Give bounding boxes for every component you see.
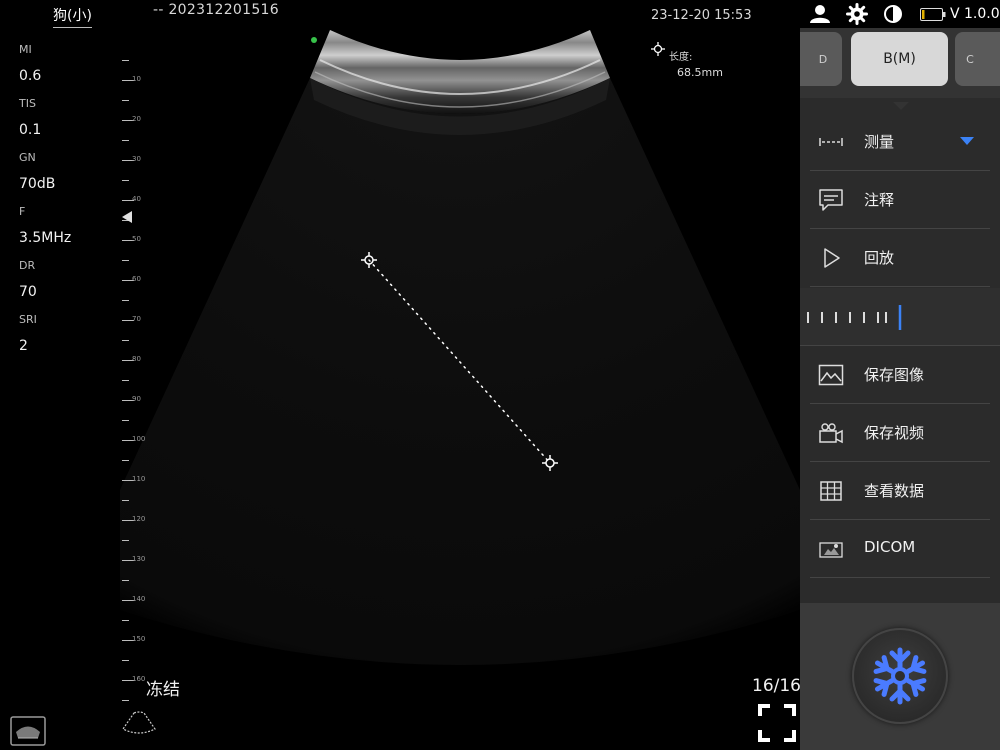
depth-tick [122,700,129,701]
depth-tick-label: 80 [132,355,141,363]
fullscreen-icon[interactable] [758,704,796,742]
menu-save-image[interactable]: 保存图像 [810,346,990,404]
ultrasound-image[interactable] [120,20,800,700]
battery-icon [920,8,946,21]
depth-tick-label: 140 [132,595,146,603]
user-icon[interactable] [809,4,831,24]
contrast-icon[interactable] [883,4,903,24]
depth-tick-label: 40 [132,195,141,203]
depth-tick-label: 160 [132,675,146,683]
param-tis-value: 0.1 [19,122,42,138]
sector-view-icon[interactable] [122,711,156,735]
study-id: -- 202312201516 [153,2,279,18]
menu-dicom-label: DICOM [864,538,916,556]
image-icon [818,364,844,386]
depth-tick [122,580,129,581]
param-sri-value: 2 [19,338,28,354]
snowflake-icon [852,647,948,724]
freeze-button[interactable] [852,628,948,724]
gain-slider[interactable] [800,288,1000,346]
param-sri-label: SRI [19,313,37,326]
ruler-icon [819,138,843,146]
tab-b-m[interactable]: B(M) [851,32,948,86]
menu-measure[interactable]: 测量 [810,113,990,171]
depth-tick [122,100,129,101]
depth-tick [122,300,129,301]
depth-tick-label: 20 [132,115,141,123]
param-dr-label: DR [19,259,36,272]
frame-counter: 16/16 [752,676,801,696]
chevron-down-icon[interactable] [960,137,974,146]
depth-tick-label: 70 [132,315,141,323]
tab-caret [893,102,909,110]
depth-tick [122,140,129,141]
tab-c-label: C [966,52,974,66]
menu-save-video-label: 保存视频 [864,424,925,442]
depth-tick [122,180,129,181]
patient-label[interactable]: 狗(小) [53,5,92,28]
depth-tick-label: 30 [132,155,141,163]
depth-tick-label: 130 [132,555,146,563]
param-dr-value: 70 [19,284,37,300]
video-camera-icon [819,423,843,444]
depth-tick-label: 120 [132,515,146,523]
depth-tick [122,460,129,461]
menu-save-video[interactable]: 保存视频 [810,404,990,462]
measurement-value: 68.5mm [677,66,723,79]
depth-tick [122,540,129,541]
depth-tick [122,660,129,661]
depth-tick-label: 90 [132,395,141,403]
slider-track [807,305,902,330]
depth-tick-label: 50 [132,235,141,243]
depth-tick [122,340,129,341]
depth-scale: 10 20 30 40 50 60 70 80 90 100 110 120 130 140 150 160 [118,40,158,720]
depth-tick [122,260,129,261]
table-icon [820,481,842,501]
param-f-label: F [19,205,26,218]
menu-save-image-label: 保存图像 [864,366,925,384]
measurement-label: 长度: [669,52,693,63]
param-tis-label: TIS [19,97,36,110]
tab-d-label: D [818,52,828,66]
play-icon [824,248,840,268]
mode-tabs: D B(M) C [800,28,1000,98]
freeze-status-label: 冻结 [146,680,180,700]
depth-tick [122,500,129,501]
param-mi-value: 0.6 [19,68,42,84]
depth-tick [122,420,129,421]
focus-marker-icon[interactable] [121,211,133,223]
menu-annotate[interactable]: 注释 [810,171,990,229]
depth-tick-label: 60 [132,275,141,283]
menu-playback-label: 回放 [864,249,895,267]
menu-playback[interactable]: 回放 [810,229,990,287]
caliper-icon [651,42,665,56]
menu-annotate-label: 注释 [864,191,895,209]
dicom-icon [819,542,843,558]
tab-c[interactable]: C [955,32,1000,86]
param-gn-label: GN [19,151,36,164]
probe-icon[interactable] [10,716,46,746]
menu-measure-label: 测量 [864,133,895,151]
depth-tick-label: 100 [132,435,146,443]
depth-tick-label: 110 [132,475,146,483]
tab-d[interactable]: D [800,32,842,86]
menu-view-data[interactable]: 查看数据 [810,462,990,520]
gear-icon[interactable] [846,3,868,25]
version-label: V 1.0.0 [950,6,1000,22]
depth-tick-label: 10 [132,75,141,83]
tab-b-m-label: B(M) [883,51,916,67]
menu-dicom[interactable]: DICOM [810,520,990,578]
param-gn-value: 70dB [19,176,56,192]
menu-view-data-label: 查看数据 [864,482,925,500]
depth-tick [122,380,129,381]
param-f-value: 3.5MHz [19,230,72,246]
annotation-icon [819,189,843,211]
depth-tick [122,60,129,61]
param-mi-label: MI [19,43,32,56]
depth-tick [122,620,129,621]
depth-tick-label: 150 [132,635,146,643]
